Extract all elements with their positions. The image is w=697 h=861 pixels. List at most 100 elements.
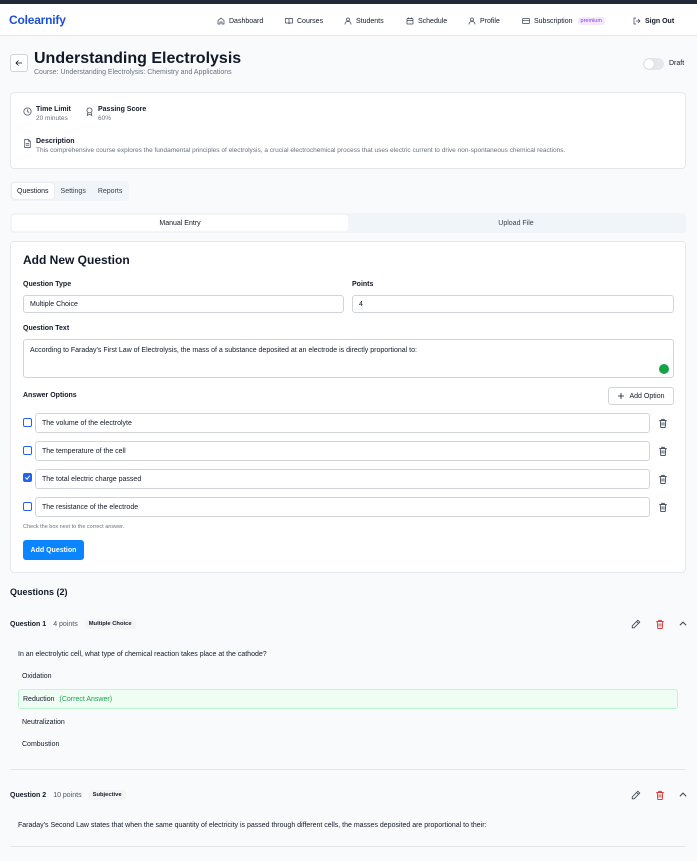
clock-icon [23, 105, 32, 124]
time-limit-value: 20 minutes [36, 115, 68, 122]
question-text-input[interactable]: According to Faraday's First Law of Elec… [23, 339, 674, 378]
nav-schedule[interactable]: Schedule [406, 15, 447, 27]
question-label: Question 2 [10, 791, 47, 799]
points-value: 4 [359, 300, 363, 308]
answer-option-text: Combustion [22, 740, 60, 748]
trash-icon[interactable] [658, 474, 668, 484]
add-question-title: Add New Question [23, 253, 130, 267]
question-type-label: Question Type [23, 281, 72, 288]
question-label: Question 1 [10, 620, 47, 628]
answer-option-text: Reduction [23, 695, 55, 703]
time-limit-label: Time Limit [36, 106, 71, 113]
trash-icon[interactable] [658, 418, 668, 428]
user-icon [468, 17, 476, 25]
question-type-badge: Multiple Choice [84, 619, 136, 629]
divider [10, 846, 686, 847]
option-text: The resistance of the electrode [42, 503, 139, 511]
option-text: The volume of the electrolyte [42, 419, 132, 427]
option-text: The total electric charge passed [42, 475, 142, 483]
option-input[interactable]: The volume of the electrolyte [35, 413, 650, 433]
draft-toggle[interactable] [643, 58, 664, 70]
sign-out-label: Sign Out [645, 17, 675, 25]
nav-profile-label: Profile [480, 17, 500, 25]
nav-subscription-label: Subscription [534, 17, 573, 25]
question-text-value: According to Faraday's First Law of Elec… [30, 347, 417, 354]
description-value: This comprehensive course explores the f… [36, 147, 566, 154]
page-title: Understanding Electrolysis [34, 50, 242, 67]
answer-option-correct: Reduction (Correct Answer) [18, 689, 678, 709]
divider [10, 769, 686, 770]
answer-options-label: Answer Options [23, 392, 77, 399]
nav-students-label: Students [356, 17, 384, 25]
correct-answer-hint: Check the box next to the correct answer… [23, 524, 125, 530]
answer-option-text: Neutralization [22, 718, 65, 726]
points-input[interactable]: 4 [352, 295, 674, 313]
nav-subscription[interactable]: Subscription premium [522, 15, 605, 27]
option-input[interactable]: The total electric charge passed [35, 469, 650, 489]
draft-label: Draft [669, 60, 685, 67]
page-subtitle: Course: Understanding Electrolysis: Chem… [34, 69, 232, 76]
nav-profile[interactable]: Profile [468, 15, 500, 27]
option-input[interactable]: The resistance of the electrode [35, 497, 650, 517]
add-option-button[interactable]: Add Option [608, 387, 674, 405]
award-icon [85, 105, 94, 124]
add-question-button[interactable]: Add Question [23, 540, 84, 560]
entry-mode-tabs: Manual Entry Upload File [10, 213, 686, 233]
points-label: Points [352, 281, 374, 288]
option-checkbox[interactable] [23, 418, 32, 427]
chevron-up-icon[interactable] [678, 619, 688, 629]
logout-icon [633, 17, 641, 25]
option-checkbox[interactable] [23, 502, 32, 511]
sign-out-button[interactable]: Sign Out [633, 15, 674, 27]
user-icon [344, 17, 352, 25]
passing-score: Passing Score 60% [85, 105, 146, 124]
question-type-badge: Subjective [88, 790, 126, 800]
tab-questions[interactable]: Questions [12, 183, 54, 199]
description: Description This comprehensive course ex… [23, 137, 565, 156]
question-header: Question 1 4 points Multiple Choice [10, 618, 136, 630]
tab-manual-entry[interactable]: Manual Entry [12, 215, 348, 231]
delete-icon[interactable] [655, 790, 665, 800]
quiz-info-card: Time Limit 20 minutes Passing Score 60% … [10, 92, 686, 169]
chevron-up-icon[interactable] [678, 790, 688, 800]
answer-option-text: Oxidation [22, 672, 52, 680]
option-checkbox[interactable] [23, 446, 32, 455]
tab-reports[interactable]: Reports [93, 183, 128, 199]
page-tabs: Questions Settings Reports [10, 181, 130, 201]
edit-icon[interactable] [631, 790, 641, 800]
edit-icon[interactable] [631, 619, 641, 629]
trash-icon[interactable] [658, 446, 668, 456]
toggle-knob [644, 59, 654, 69]
back-button[interactable] [10, 54, 28, 72]
answer-option: Combustion [18, 734, 678, 754]
arrow-left-icon [15, 59, 23, 67]
passing-score-value: 60% [98, 115, 112, 122]
nav-dashboard[interactable]: Dashboard [217, 15, 263, 27]
nav-courses[interactable]: Courses [285, 15, 323, 27]
question-type-select[interactable]: Multiple Choice [23, 295, 344, 313]
answer-option: Oxidation [18, 666, 678, 686]
question-type-value: Multiple Choice [30, 300, 78, 308]
top-navbar: Colearnify Dashboard Courses Students Sc… [0, 4, 697, 36]
add-option-label: Add Option [629, 392, 665, 400]
grammarly-icon[interactable] [659, 364, 669, 374]
tab-upload-file[interactable]: Upload File [348, 215, 684, 231]
nav-courses-label: Courses [297, 17, 324, 25]
app-logo[interactable]: Colearnify [9, 13, 66, 27]
option-checkbox-checked[interactable] [23, 473, 32, 482]
delete-icon[interactable] [655, 619, 665, 629]
book-icon [285, 17, 293, 25]
nav-students[interactable]: Students [344, 15, 384, 27]
premium-badge: premium [577, 17, 605, 25]
question-text-label: Question Text [23, 325, 70, 332]
credit-card-icon [522, 17, 530, 25]
tab-settings[interactable]: Settings [56, 183, 91, 199]
option-text: The temperature of the cell [42, 447, 126, 455]
plus-icon [617, 392, 625, 400]
correct-answer-tag: (Correct Answer) [59, 695, 113, 703]
nav-schedule-label: Schedule [418, 17, 448, 25]
description-label: Description [36, 138, 75, 145]
option-input[interactable]: The temperature of the cell [35, 441, 650, 461]
trash-icon[interactable] [658, 502, 668, 512]
question-header: Question 2 10 points Subjective [10, 789, 126, 801]
